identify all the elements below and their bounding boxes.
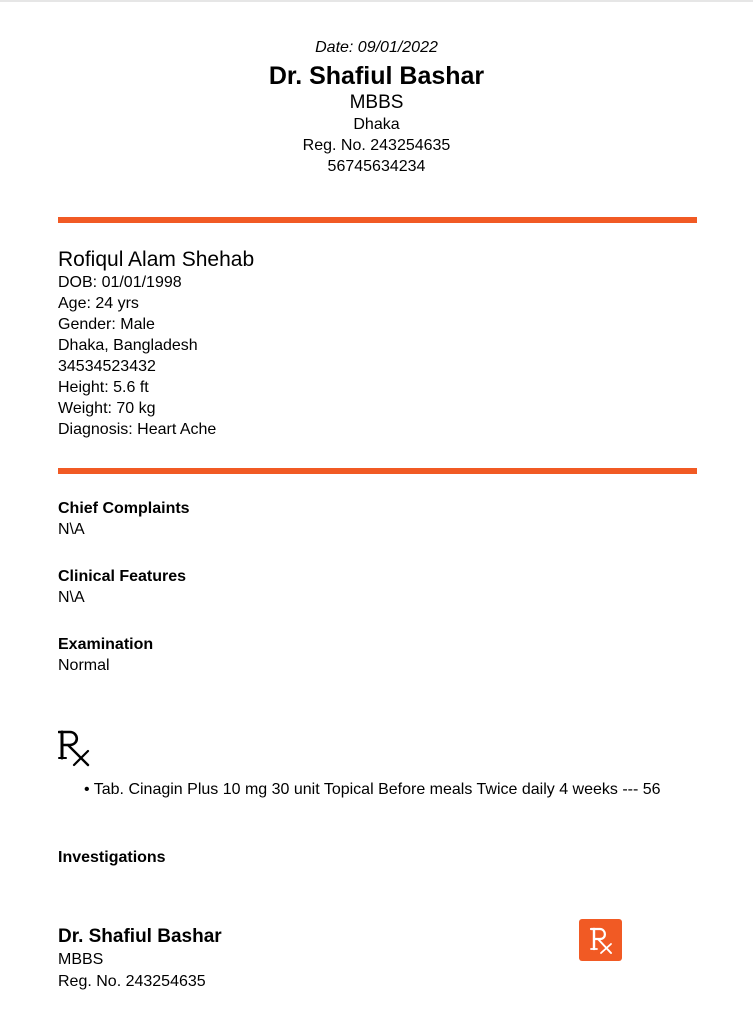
- doctor-degree: MBBS: [349, 92, 404, 113]
- chief-complaints-title: Chief Complaints: [58, 500, 190, 517]
- patient-divider: [58, 468, 697, 474]
- doctor-location: Dhaka: [353, 116, 400, 133]
- footer-doctor-name: Dr. Shafiul Bashar: [58, 926, 222, 947]
- rx-badge-icon: [579, 919, 622, 961]
- signature-block: Dr. Shafiul Bashar MBBS Reg. No. 2432546…: [58, 925, 458, 993]
- patient-address: Dhaka, Bangladesh: [58, 337, 198, 354]
- doctor-name: Dr. Shafiul Bashar: [268, 62, 485, 90]
- patient-weight: Weight: 70 kg: [58, 400, 156, 417]
- prescription-date: Date: 09/01/2022: [315, 39, 438, 56]
- clinical-features-value: N\A: [58, 589, 85, 606]
- doctor-reg-no: Reg. No. 243254635: [302, 137, 451, 154]
- clinical-features-section: Clinical Features N\A: [58, 566, 698, 608]
- examination-value: Normal: [58, 657, 110, 674]
- chief-complaints-value: N\A: [58, 521, 85, 538]
- footer-reg-no: Reg. No. 243254635: [58, 973, 206, 990]
- patient-name: Rofiqul Alam Shehab: [58, 248, 255, 271]
- top-border: [0, 0, 753, 2]
- patient-diagnosis: Diagnosis: Heart Ache: [58, 421, 217, 438]
- doctor-phone: 56745634234: [327, 158, 426, 175]
- patient-gender: Gender: Male: [58, 316, 155, 333]
- examination-section: Examination Normal: [58, 634, 698, 676]
- header-divider: [58, 217, 697, 223]
- investigations-section: Investigations: [58, 847, 698, 868]
- medication-list: • Tab. Cinagin Plus 10 mg 30 unit Topica…: [84, 779, 694, 800]
- chief-complaints-section: Chief Complaints N\A: [58, 498, 698, 540]
- clinical-features-title: Clinical Features: [58, 568, 187, 585]
- patient-phone: 34534523432: [58, 358, 156, 375]
- investigations-title: Investigations: [58, 849, 166, 866]
- examination-title: Examination: [58, 636, 154, 653]
- footer-doctor-degree: MBBS: [58, 951, 104, 968]
- patient-info: Rofiqul Alam Shehab DOB: 01/01/1998 Age:…: [58, 247, 698, 440]
- prescription-header: Date: 09/01/2022 Dr. Shafiul Bashar MBBS…: [0, 38, 753, 177]
- rx-badge-glyph: [589, 927, 612, 954]
- medication-item: • Tab. Cinagin Plus 10 mg 30 unit Topica…: [84, 781, 661, 798]
- patient-height: Height: 5.6 ft: [58, 379, 149, 396]
- patient-dob: DOB: 01/01/1998: [58, 274, 182, 291]
- rx-icon: [58, 730, 90, 767]
- patient-age: Age: 24 yrs: [58, 295, 139, 312]
